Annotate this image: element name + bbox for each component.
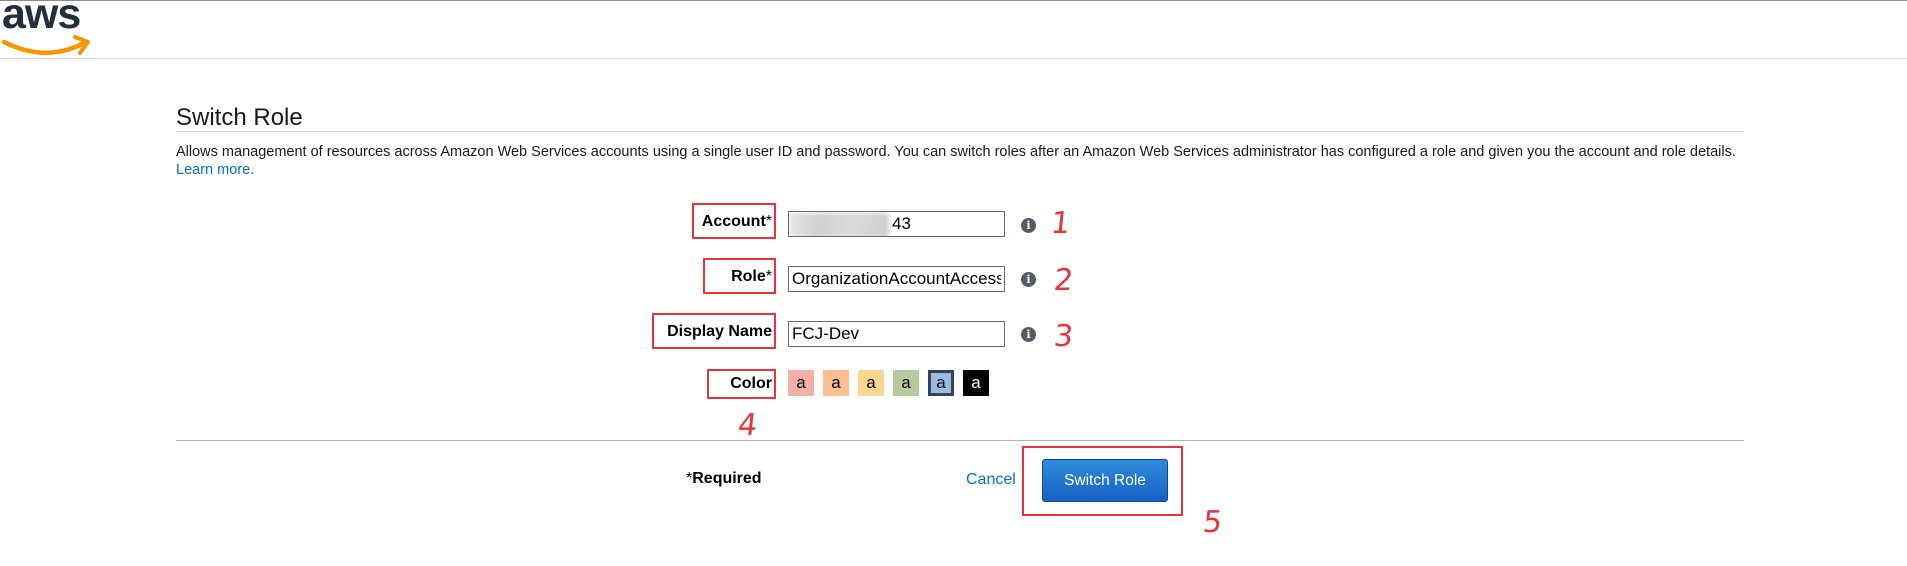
aws-smile-icon: [1, 35, 90, 55]
color-swatch-1[interactable]: a: [788, 370, 814, 396]
annotation-number-5: 5: [1201, 505, 1224, 540]
required-note: *Required: [686, 470, 762, 488]
color-swatch-3[interactable]: a: [858, 370, 884, 396]
description-text: Allows management of resources across Am…: [176, 144, 1736, 160]
role-label: Role*: [600, 268, 772, 286]
color-swatch-2[interactable]: a: [823, 370, 849, 396]
display-name-input[interactable]: [788, 321, 1005, 347]
info-icon[interactable]: i: [1021, 327, 1036, 342]
required-note-text: Required: [692, 470, 762, 487]
cancel-link[interactable]: Cancel: [966, 471, 1016, 489]
footer-divider: [176, 440, 1744, 441]
info-icon[interactable]: i: [1021, 272, 1036, 287]
color-label: Color: [730, 375, 772, 392]
annotation-number-4: 4: [736, 408, 759, 443]
annotation-number-3: 3: [1052, 319, 1075, 354]
account-input[interactable]: 43: [788, 211, 1005, 237]
title-divider: [176, 131, 1744, 132]
learn-more-link[interactable]: Learn more.: [176, 162, 254, 178]
annotation-number-1: 1: [1049, 206, 1072, 241]
color-swatch-6[interactable]: a: [963, 370, 989, 396]
role-input[interactable]: [788, 266, 1005, 292]
role-label-text: Role: [731, 268, 766, 285]
redacted-account-digits: [789, 213, 889, 236]
color-swatch-4[interactable]: a: [893, 370, 919, 396]
required-star: *: [765, 268, 772, 285]
info-icon[interactable]: i: [1021, 218, 1036, 233]
display-name-label: Display Name: [667, 323, 772, 340]
page-title: Switch Role: [176, 104, 303, 131]
switch-role-button[interactable]: Switch Role: [1042, 459, 1168, 502]
account-value-suffix: 43: [892, 214, 911, 233]
account-label: Account*: [600, 213, 772, 231]
account-label-text: Account: [701, 213, 766, 230]
color-swatch-5[interactable]: a: [928, 370, 954, 396]
required-star: *: [765, 213, 772, 230]
top-header: aws: [0, 0, 1907, 59]
page-description: Allows management of resources across Am…: [176, 143, 1736, 179]
annotation-number-2: 2: [1052, 263, 1075, 298]
